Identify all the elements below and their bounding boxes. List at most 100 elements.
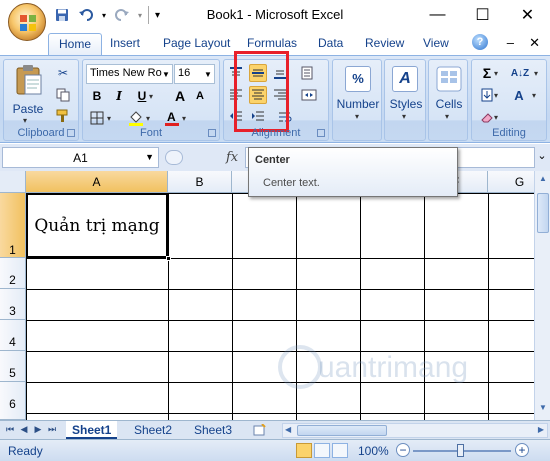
- close-button[interactable]: ✕: [505, 0, 550, 30]
- cells-label: Cells: [435, 97, 463, 111]
- cell-a1[interactable]: Quản trị mạng: [26, 193, 168, 258]
- format-painter-icon[interactable]: [54, 107, 72, 125]
- font-size-combo[interactable]: 16 ▼: [174, 64, 215, 84]
- tab-insert[interactable]: Insert: [110, 36, 140, 50]
- paste-dropdown-icon: ▾: [23, 116, 28, 125]
- cut-icon[interactable]: ✂: [54, 64, 72, 82]
- zoom-out-button[interactable]: −: [396, 443, 410, 457]
- clear-dropdown-icon[interactable]: ▾: [492, 108, 500, 126]
- number-format-button[interactable]: % Number ▾: [337, 64, 379, 134]
- prev-sheet-icon[interactable]: ◀: [18, 424, 30, 437]
- font-color-icon[interactable]: A: [163, 109, 181, 127]
- vertical-scroll-thumb[interactable]: [537, 193, 549, 233]
- orientation-icon[interactable]: [300, 64, 318, 82]
- copy-icon[interactable]: [54, 86, 72, 104]
- row-header-5[interactable]: 5: [0, 351, 26, 382]
- clipboard-group: Paste ▾ ✂ Clipboard: [3, 59, 79, 141]
- next-sheet-icon[interactable]: ▶: [32, 424, 44, 437]
- ribbon-minimize-icon[interactable]: –: [507, 35, 514, 50]
- row-header-3[interactable]: 3: [0, 289, 26, 320]
- sheet-tab-sheet2[interactable]: Sheet2: [128, 421, 178, 439]
- tab-page-layout[interactable]: Page Layout: [163, 36, 230, 50]
- insert-sheet-icon[interactable]: [252, 423, 268, 437]
- italic-button[interactable]: I: [110, 87, 128, 105]
- grow-font-button[interactable]: A: [171, 87, 189, 105]
- shrink-font-button[interactable]: A: [191, 87, 209, 105]
- name-box[interactable]: A1 ▼: [2, 147, 159, 168]
- center-highlight-box: [234, 51, 289, 132]
- normal-view-icon[interactable]: [296, 443, 312, 458]
- column-header-a[interactable]: A: [26, 171, 168, 193]
- row-header-6[interactable]: 6: [0, 382, 26, 420]
- sheet-tab-sheet3[interactable]: Sheet3: [188, 421, 238, 439]
- row-header-1[interactable]: 1: [0, 193, 26, 258]
- watermark-text: uantrimang: [318, 351, 469, 384]
- worksheet-grid[interactable]: A B C D E F G 1 2 3 4 5 6 Quản trị mạng …: [0, 171, 534, 420]
- font-color-dropdown-icon[interactable]: ▾: [180, 109, 188, 127]
- bold-button[interactable]: B: [88, 87, 106, 105]
- alignment-launcher-icon[interactable]: [317, 129, 325, 137]
- tab-review[interactable]: Review: [365, 36, 404, 50]
- office-button[interactable]: [8, 3, 46, 41]
- status-ready: Ready: [8, 444, 43, 458]
- row-header-4[interactable]: 4: [0, 320, 26, 351]
- formula-bar-resize-handle[interactable]: [165, 150, 183, 165]
- zoom-slider-thumb[interactable]: [457, 444, 464, 457]
- tab-data[interactable]: Data: [318, 36, 343, 50]
- zoom-level[interactable]: 100%: [358, 444, 389, 458]
- fill-color-dropdown-icon[interactable]: ▾: [144, 109, 152, 127]
- scroll-down-icon[interactable]: ▼: [537, 403, 549, 417]
- number-group: % Number ▾: [332, 59, 382, 141]
- font-name-combo[interactable]: Times New Ro ▼: [86, 64, 173, 84]
- zoom-in-button[interactable]: +: [515, 443, 529, 457]
- fill-handle[interactable]: [166, 256, 171, 261]
- column-header-b[interactable]: B: [168, 171, 232, 193]
- page-break-view-icon[interactable]: [332, 443, 348, 458]
- tab-view[interactable]: View: [423, 36, 449, 50]
- find-select-icon[interactable]: A: [510, 86, 528, 104]
- insert-function-icon[interactable]: fx: [226, 150, 238, 165]
- row-header-2[interactable]: 2: [0, 258, 26, 289]
- clipboard-launcher-icon[interactable]: [67, 129, 75, 137]
- horizontal-scrollbar[interactable]: ◀ ▶: [282, 423, 548, 438]
- autosum-dropdown-icon[interactable]: ▾: [492, 64, 500, 82]
- workbook-close-icon[interactable]: ✕: [529, 35, 540, 51]
- find-select-dropdown-icon[interactable]: ▾: [530, 86, 538, 104]
- underline-dropdown-icon[interactable]: ▾: [147, 87, 155, 105]
- maximize-button[interactable]: ☐: [460, 0, 505, 30]
- help-icon[interactable]: ?: [472, 34, 488, 50]
- column-header-g[interactable]: G: [488, 171, 534, 193]
- styles-group: A Styles ▾: [384, 59, 426, 141]
- expand-formula-bar-icon[interactable]: ⌄: [536, 149, 548, 165]
- vertical-scrollbar[interactable]: ▲ ▼: [534, 171, 550, 420]
- sort-filter-dropdown-icon[interactable]: ▾: [532, 64, 540, 82]
- cell-a1-value: Quản trị mạng: [34, 215, 160, 236]
- tab-formulas[interactable]: Formulas: [247, 36, 297, 50]
- paste-label: Paste: [12, 102, 44, 116]
- sort-filter-icon[interactable]: A↓Z: [508, 64, 532, 82]
- chevron-down-icon[interactable]: ▼: [145, 152, 154, 162]
- cells-button[interactable]: Cells ▾: [431, 64, 467, 134]
- first-sheet-icon[interactable]: ⏮: [4, 424, 16, 437]
- merge-center-icon[interactable]: [300, 86, 318, 104]
- font-launcher-icon[interactable]: [208, 129, 216, 137]
- select-all-corner[interactable]: [0, 171, 26, 193]
- scroll-up-icon[interactable]: ▲: [537, 174, 549, 188]
- fill-dropdown-icon[interactable]: ▾: [492, 86, 500, 104]
- tab-home[interactable]: Home: [48, 33, 103, 56]
- styles-button[interactable]: A Styles ▾: [387, 64, 425, 134]
- scroll-right-icon[interactable]: ▶: [538, 425, 544, 434]
- grid-line: [168, 193, 169, 420]
- page-layout-view-icon[interactable]: [314, 443, 330, 458]
- horizontal-scroll-thumb[interactable]: [297, 425, 387, 436]
- sheet-tab-sheet1[interactable]: Sheet1: [66, 421, 118, 439]
- grid-line: [26, 320, 534, 321]
- paste-button[interactable]: Paste ▾: [8, 64, 48, 125]
- fill-color-icon[interactable]: [127, 109, 145, 127]
- minimize-button[interactable]: —: [415, 0, 460, 30]
- borders-icon[interactable]: [88, 109, 106, 127]
- number-dropdown-icon: ▾: [355, 112, 360, 121]
- borders-dropdown-icon[interactable]: ▾: [105, 109, 113, 127]
- scroll-left-icon[interactable]: ◀: [285, 425, 291, 434]
- last-sheet-icon[interactable]: ⏭: [46, 424, 58, 437]
